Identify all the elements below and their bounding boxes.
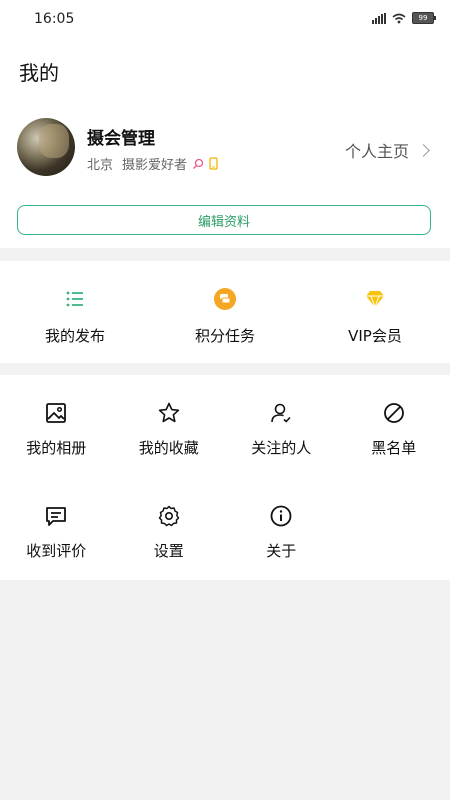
image-icon (46, 403, 67, 423)
info-icon (270, 505, 292, 527)
menu-item-label: 设置 (153, 542, 184, 560)
menu-item-label: 我的收藏 (138, 439, 199, 457)
user-check-icon (271, 403, 291, 423)
status-time: 16:05 (34, 11, 75, 27)
quick-action-label: 我的发布 (44, 327, 105, 345)
menu-item-settings[interactable]: 设置 (113, 478, 226, 581)
menu-item-label: 关注的人 (251, 439, 312, 457)
user-meta: 北京 摄影爱好者 (87, 154, 218, 173)
quick-action-label: VIP会员 (348, 327, 402, 345)
user-location: 北京 (87, 158, 114, 173)
avatar[interactable] (17, 118, 75, 176)
gear-icon (158, 505, 179, 527)
menu-item-about[interactable]: 关于 (225, 478, 338, 581)
menu-item-my-favorites[interactable]: 我的收藏 (113, 375, 226, 478)
menu-grid: 我的相册 我的收藏 关注的人 黑名单 收到评价 设置 关于 (0, 375, 450, 580)
quick-action-vip[interactable]: VIP会员 (300, 261, 450, 363)
comment-icon (46, 507, 67, 526)
personal-homepage-link[interactable]: 个人主页 (344, 138, 430, 162)
block-icon (383, 403, 404, 423)
menu-item-label: 黑名单 (371, 439, 417, 457)
battery-icon: 99 (412, 12, 436, 24)
menu-item-label: 收到评价 (26, 542, 87, 560)
phone-badge-icon (209, 157, 218, 170)
page-title: 我的 (19, 61, 59, 85)
menu-item-received-reviews[interactable]: 收到评价 (0, 478, 113, 581)
chevron-right-icon (417, 143, 430, 157)
menu-item-my-album[interactable]: 我的相册 (0, 375, 113, 478)
status-bar: 16:05 99 (0, 0, 450, 38)
user-name: 摄会管理 (87, 129, 155, 149)
menu-item-label: 我的相册 (26, 439, 87, 457)
profile-header: 16:05 99 我的 摄会管理 北京 摄影爱好者 个人主页 编辑资料 (0, 0, 450, 248)
signal-icon (372, 12, 386, 24)
coins-icon (214, 288, 236, 310)
menu-item-label: 关于 (266, 542, 297, 560)
list-icon (66, 291, 83, 307)
menu-item-blacklist[interactable]: 黑名单 (338, 375, 450, 478)
edit-profile-button[interactable]: 编辑资料 (17, 205, 431, 235)
quick-action-label: 积分任务 (194, 327, 255, 345)
homepage-label: 个人主页 (344, 142, 409, 161)
diamond-icon (366, 291, 384, 309)
user-role: 摄影爱好者 (122, 158, 188, 173)
star-icon (158, 402, 179, 423)
search-badge-icon (193, 158, 204, 169)
status-icons: 99 (372, 12, 436, 24)
quick-action-points-tasks[interactable]: 积分任务 (150, 261, 300, 363)
quick-actions: 我的发布 积分任务 VIP会员 (0, 261, 450, 363)
menu-item-following[interactable]: 关注的人 (225, 375, 338, 478)
wifi-icon (392, 13, 406, 23)
quick-action-my-posts[interactable]: 我的发布 (0, 261, 150, 363)
